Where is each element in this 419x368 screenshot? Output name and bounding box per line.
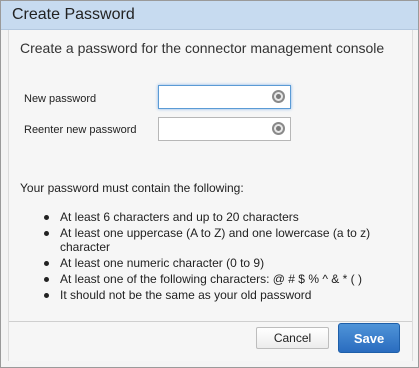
dialog-title: Create Password bbox=[12, 6, 135, 23]
requirement-item: At least one uppercase (A to Z) and one … bbox=[42, 226, 402, 254]
dialog-heading: Create a password for the connector mana… bbox=[20, 40, 385, 56]
footer-divider bbox=[9, 321, 412, 322]
requirement-item: At least 6 characters and up to 20 chara… bbox=[42, 210, 402, 224]
requirement-item: At least one of the following characters… bbox=[42, 272, 402, 286]
dialog-body: Create a password for the connector mana… bbox=[8, 30, 413, 361]
reenter-password-input[interactable] bbox=[162, 121, 268, 137]
new-password-label: New password bbox=[24, 93, 97, 105]
save-button[interactable]: Save bbox=[338, 323, 400, 353]
create-password-dialog: Create Password Create a password for th… bbox=[0, 0, 419, 368]
eye-icon[interactable] bbox=[272, 122, 285, 135]
requirements-intro: Your password must contain the following… bbox=[20, 181, 244, 195]
new-password-field[interactable] bbox=[158, 85, 291, 109]
dialog-titlebar: Create Password bbox=[1, 1, 418, 30]
requirements-list: At least 6 characters and up to 20 chara… bbox=[42, 210, 402, 304]
reenter-password-field[interactable] bbox=[158, 117, 291, 141]
reenter-password-label: Reenter new password bbox=[24, 124, 137, 136]
requirement-item: At least one numeric character (0 to 9) bbox=[42, 256, 402, 270]
new-password-input[interactable] bbox=[162, 89, 268, 105]
requirement-item: It should not be the same as your old pa… bbox=[42, 288, 402, 302]
eye-icon[interactable] bbox=[272, 90, 285, 103]
cancel-button[interactable]: Cancel bbox=[256, 327, 329, 349]
